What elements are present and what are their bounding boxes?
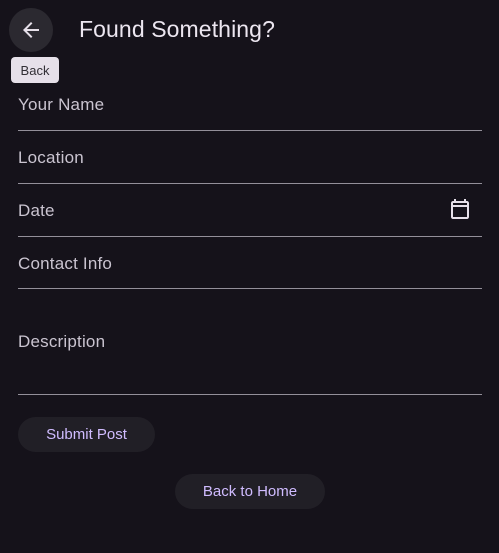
name-field[interactable]: Your Name: [18, 78, 482, 131]
description-field[interactable]: Description: [18, 289, 482, 395]
name-field-label: Your Name: [18, 95, 105, 114]
found-item-form-page: Found Something? Back Your Name Location…: [0, 0, 499, 553]
date-field[interactable]: Date: [18, 184, 482, 237]
arrow-left-icon: [23, 22, 39, 38]
contact-info-field[interactable]: Contact Info: [18, 237, 482, 289]
calendar-icon[interactable]: [448, 197, 472, 221]
back-tooltip: Back: [11, 57, 59, 83]
date-field-label: Date: [18, 201, 55, 220]
back-to-home-button[interactable]: Back to Home: [175, 474, 325, 509]
contact-info-field-label: Contact Info: [18, 254, 113, 273]
submit-post-button[interactable]: Submit Post: [18, 417, 155, 452]
app-bar: Found Something?: [0, 0, 499, 60]
description-field-label: Description: [18, 332, 106, 351]
location-field-label: Location: [18, 148, 84, 167]
page-title: Found Something?: [79, 16, 275, 42]
back-button[interactable]: [9, 8, 53, 52]
location-field[interactable]: Location: [18, 131, 482, 184]
